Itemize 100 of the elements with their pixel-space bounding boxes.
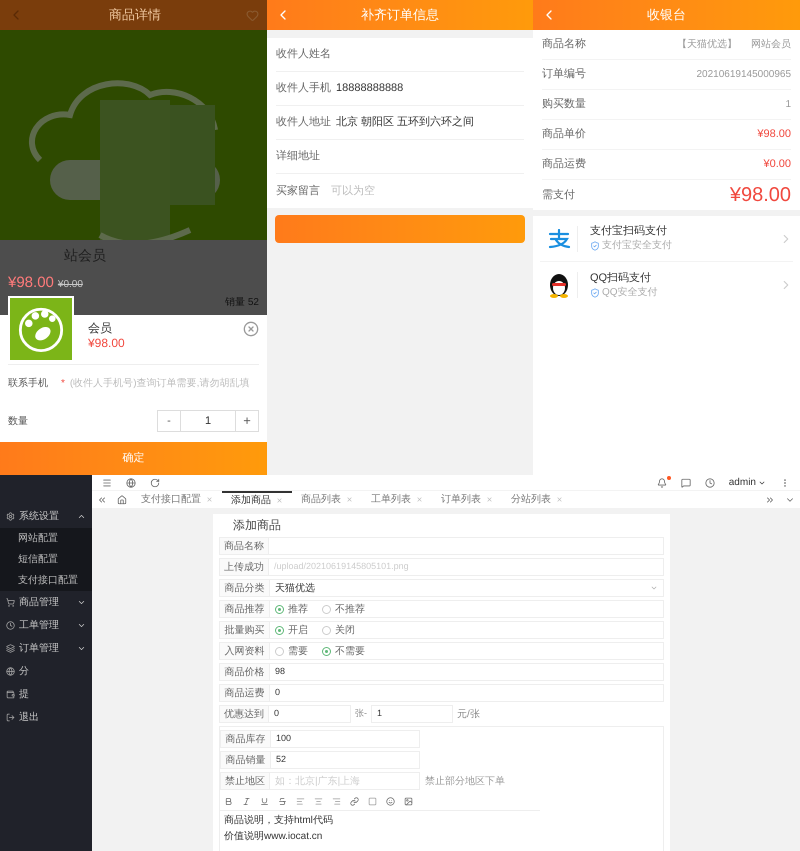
- tab[interactable]: 支付接口配置: [132, 491, 222, 508]
- close-icon[interactable]: [276, 497, 283, 504]
- close-icon[interactable]: [346, 496, 353, 503]
- sidebar-item[interactable]: 系统设置: [0, 505, 92, 528]
- product-price: ¥98.00: [8, 273, 54, 293]
- row-value: 网站会员: [751, 38, 791, 52]
- image-icon[interactable]: [404, 797, 413, 806]
- close-icon[interactable]: [416, 496, 423, 503]
- menu-icon[interactable]: [102, 478, 112, 488]
- field-label: 上传成功: [219, 558, 269, 576]
- separator-text: 张-: [354, 707, 368, 720]
- radio-circle[interactable]: [322, 646, 331, 656]
- unit-text: 元/张: [456, 708, 481, 722]
- chat-icon[interactable]: [680, 478, 691, 488]
- required-mark: *: [61, 376, 65, 390]
- bold-icon[interactable]: [224, 797, 233, 806]
- align-right-icon[interactable]: [332, 797, 341, 806]
- tab[interactable]: 工单列表: [362, 491, 432, 508]
- tab[interactable]: 订单列表: [432, 491, 502, 508]
- square-icon[interactable]: [368, 797, 377, 806]
- tab[interactable]: 分站列表: [502, 491, 572, 508]
- sidebar-subitem[interactable]: 支付接口配置: [0, 570, 92, 591]
- alipay-logo-icon: [546, 228, 570, 248]
- radio-option[interactable]: 不推荐: [322, 602, 365, 616]
- form-title: 添加商品: [232, 517, 282, 534]
- input-field[interactable]: 北京 朝阳区 五环到六环之间: [336, 114, 474, 131]
- field-label: 禁止地区: [220, 772, 270, 790]
- globe-icon[interactable]: [126, 478, 136, 488]
- scroll-left-icon[interactable]: [97, 494, 107, 504]
- shield-icon: [590, 288, 600, 298]
- link-icon[interactable]: [350, 797, 359, 806]
- clock-icon[interactable]: [704, 478, 715, 488]
- strikethrough-icon[interactable]: [278, 797, 287, 806]
- payment-name: QQ扫码支付: [590, 270, 652, 286]
- wallet-icon: [6, 690, 15, 699]
- logout-icon: [6, 713, 15, 722]
- close-icon[interactable]: [486, 496, 493, 503]
- field-label: 联系手机: [8, 376, 48, 390]
- row-value: 20210619145000965: [696, 68, 791, 82]
- product-price: ¥98.00: [88, 336, 125, 351]
- sidebar-item[interactable]: 商品管理: [0, 591, 92, 614]
- sidebar-subitem[interactable]: 网站配置: [0, 528, 92, 549]
- minus-button[interactable]: -: [158, 411, 180, 431]
- field-label: 买家留言: [276, 184, 320, 199]
- sidebar-item[interactable]: 工单管理: [0, 614, 92, 637]
- sidebar-subitem[interactable]: 短信配置: [0, 549, 92, 570]
- gear-icon: [6, 512, 15, 521]
- payment-note: QQ安全支付: [602, 286, 658, 300]
- radio-option[interactable]: 推荐: [275, 602, 308, 616]
- field-label: 商品名称: [219, 537, 269, 555]
- input-field[interactable]: 可以为空: [331, 182, 524, 200]
- scroll-right-icon[interactable]: [765, 494, 775, 504]
- radio-circle[interactable]: [275, 604, 284, 614]
- clock-icon: [6, 621, 15, 630]
- payment-option[interactable]: QQ扫码支付 QQ安全支付: [540, 262, 793, 308]
- phone-field[interactable]: (收件人手机号)查询订单需要,请勿胡乱填: [70, 376, 259, 390]
- radio-circle[interactable]: [275, 626, 284, 634]
- sidebar-item[interactable]: 订单管理: [0, 637, 92, 660]
- field-label: 入网资料: [220, 643, 270, 659]
- payment-option[interactable]: 支付宝扫码支付 支付宝安全支付: [540, 216, 793, 262]
- italic-icon[interactable]: [242, 797, 251, 806]
- close-icon[interactable]: [243, 321, 259, 337]
- row-value: 【天猫优选】: [677, 38, 737, 52]
- hint-text: 禁止部分地区下单: [425, 774, 505, 788]
- refresh-icon[interactable]: [150, 478, 160, 488]
- sales-count: 销量 52: [225, 296, 259, 310]
- close-icon[interactable]: [556, 496, 563, 503]
- row-value: ¥98.00: [730, 183, 791, 208]
- underline-icon[interactable]: [260, 797, 269, 806]
- plus-button[interactable]: +: [236, 411, 258, 431]
- radio-option[interactable]: 不需要: [322, 644, 365, 658]
- product-name: 会员: [88, 321, 112, 336]
- radio-option[interactable]: 关闭: [322, 622, 355, 638]
- quantity-field[interactable]: 1: [180, 411, 236, 431]
- home-icon[interactable]: [117, 494, 127, 504]
- payment-name: 支付宝扫码支付: [590, 224, 668, 239]
- heart-icon[interactable]: [246, 8, 259, 22]
- input-field[interactable]: 1: [371, 705, 453, 723]
- bell-icon[interactable]: [656, 478, 667, 488]
- input-field[interactable]: 18888888888: [336, 80, 404, 97]
- radio-option[interactable]: 开启: [275, 622, 308, 638]
- align-left-icon[interactable]: [296, 797, 305, 806]
- field-label: 优惠达到: [219, 705, 269, 723]
- smile-icon[interactable]: [386, 797, 395, 806]
- row-value: 1: [785, 98, 791, 112]
- tab[interactable]: 商品列表: [292, 491, 362, 508]
- close-icon[interactable]: [206, 496, 213, 503]
- tab[interactable]: 添加商品: [222, 491, 292, 508]
- user-menu[interactable]: admin: [728, 475, 766, 490]
- payment-note: 支付宝安全支付: [602, 239, 672, 253]
- sidebar-item[interactable]: 提: [0, 683, 92, 706]
- field-label: 收件人手机: [276, 81, 331, 96]
- sidebar-item[interactable]: 退出: [0, 706, 92, 729]
- row-value: ¥98.00: [757, 127, 791, 142]
- align-center-icon[interactable]: [314, 797, 323, 806]
- sidebar-item[interactable]: 分: [0, 660, 92, 683]
- radio-option[interactable]: 需要: [275, 644, 308, 658]
- input-field[interactable]: 0: [269, 705, 351, 723]
- row-label: 商品名称: [542, 36, 586, 52]
- editor-text: 价值说明www.iocat.cn: [223, 830, 324, 843]
